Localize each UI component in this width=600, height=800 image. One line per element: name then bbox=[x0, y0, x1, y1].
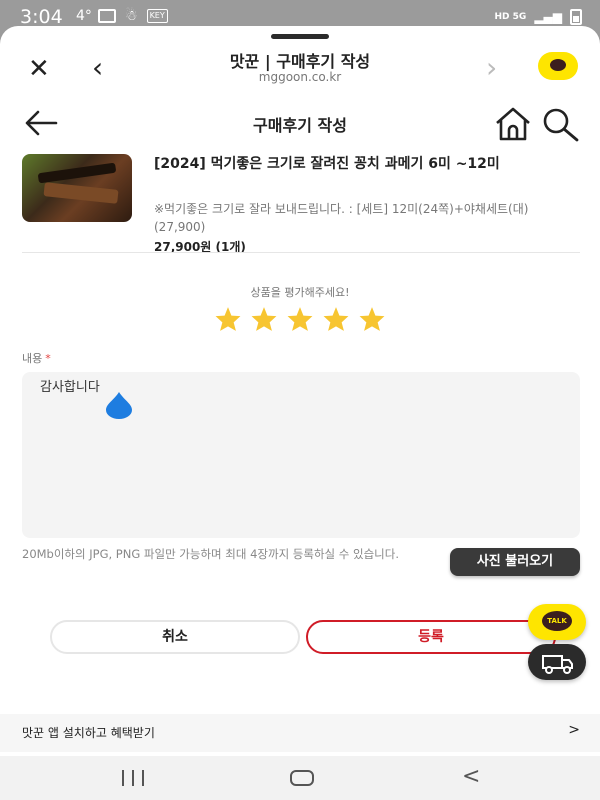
app-banner-text: 맛꾼 앱 설치하고 혜택받기 bbox=[22, 726, 155, 740]
divider bbox=[22, 252, 580, 253]
star-icon[interactable] bbox=[250, 306, 278, 332]
browser-title: 맛꾼 | 구매후기 작성 bbox=[229, 52, 371, 71]
talk-icon: TALK bbox=[542, 611, 572, 631]
review-text[interactable]: 감사합니다 bbox=[40, 376, 100, 395]
delivery-button[interactable] bbox=[528, 644, 586, 680]
browser-sheet: ✕ ‹ 맛꾼 | 구매후기 작성 mggoon.co.kr › 구매후기 작성 … bbox=[0, 26, 600, 800]
recent-apps-icon[interactable] bbox=[122, 770, 144, 786]
back-nav-icon[interactable]: < bbox=[462, 764, 480, 789]
chevron-right-icon[interactable]: › bbox=[486, 54, 497, 82]
status-system-icons: HD 5G ▂▄▆ bbox=[495, 9, 582, 25]
upload-note: 20Mb이하의 JPG, PNG 파일만 가능하며 최대 4장까지 등록하실 수… bbox=[22, 547, 399, 561]
page-header: 구매후기 작성 bbox=[0, 98, 600, 154]
chevron-right-icon: > bbox=[568, 722, 580, 738]
system-nav-bar: < bbox=[0, 756, 600, 800]
product-summary: [2024] 먹기좋은 크기로 잘려진 꽁치 과메기 6미 ~12미 ※먹기좋은… bbox=[22, 154, 580, 254]
star-icon[interactable] bbox=[286, 306, 314, 332]
status-temperature: 4° bbox=[76, 8, 92, 24]
delivery-truck-icon bbox=[542, 655, 573, 674]
gallery-icon bbox=[98, 9, 116, 23]
kakao-chat-icon[interactable] bbox=[538, 52, 578, 80]
text-cursor-handle-icon[interactable] bbox=[104, 390, 134, 420]
load-photo-button[interactable]: 사진 불러오기 bbox=[450, 548, 580, 576]
submit-button[interactable]: 등록 bbox=[306, 620, 556, 654]
product-option: ※먹기좋은 크기로 잘라 보내드립니다. : [세트] 12미(24쪽)+야채세… bbox=[154, 202, 529, 234]
home-icon[interactable] bbox=[494, 106, 532, 142]
star-icon[interactable] bbox=[322, 306, 350, 332]
star-icon[interactable] bbox=[214, 306, 242, 332]
key-icon: KEY bbox=[146, 9, 168, 23]
review-label: 내용 * bbox=[22, 350, 51, 366]
status-notification-icons: ☃ KEY bbox=[98, 8, 168, 24]
browser-toolbar: ✕ ‹ 맛꾼 | 구매후기 작성 mggoon.co.kr › bbox=[0, 40, 600, 100]
star-rating bbox=[214, 306, 386, 332]
review-textarea[interactable]: 감사합니다 bbox=[22, 372, 580, 538]
battery-icon bbox=[570, 9, 582, 25]
product-thumbnail bbox=[22, 154, 132, 222]
product-name: [2024] 먹기좋은 크기로 잘려진 꽁치 과메기 6미 ~12미 bbox=[154, 156, 500, 172]
signal-icon: ▂▄▆ bbox=[534, 10, 562, 24]
app-install-banner[interactable]: 맛꾼 앱 설치하고 혜택받기 > bbox=[0, 714, 600, 752]
person-icon: ☃ bbox=[125, 8, 138, 24]
required-mark: * bbox=[45, 352, 51, 365]
sheet-grabber[interactable] bbox=[271, 34, 329, 39]
review-label-text: 내용 bbox=[22, 352, 43, 365]
home-nav-icon[interactable] bbox=[290, 770, 314, 786]
search-icon[interactable] bbox=[540, 106, 580, 142]
rating-prompt: 상품을 평가해주세요! bbox=[250, 286, 350, 299]
status-time: 3:04 bbox=[20, 6, 63, 28]
kakao-talk-button[interactable]: TALK bbox=[528, 604, 586, 640]
star-icon[interactable] bbox=[358, 306, 386, 332]
browser-url: mggoon.co.kr bbox=[258, 70, 342, 84]
cancel-button[interactable]: 취소 bbox=[50, 620, 300, 654]
network-label: HD 5G bbox=[494, 12, 527, 22]
